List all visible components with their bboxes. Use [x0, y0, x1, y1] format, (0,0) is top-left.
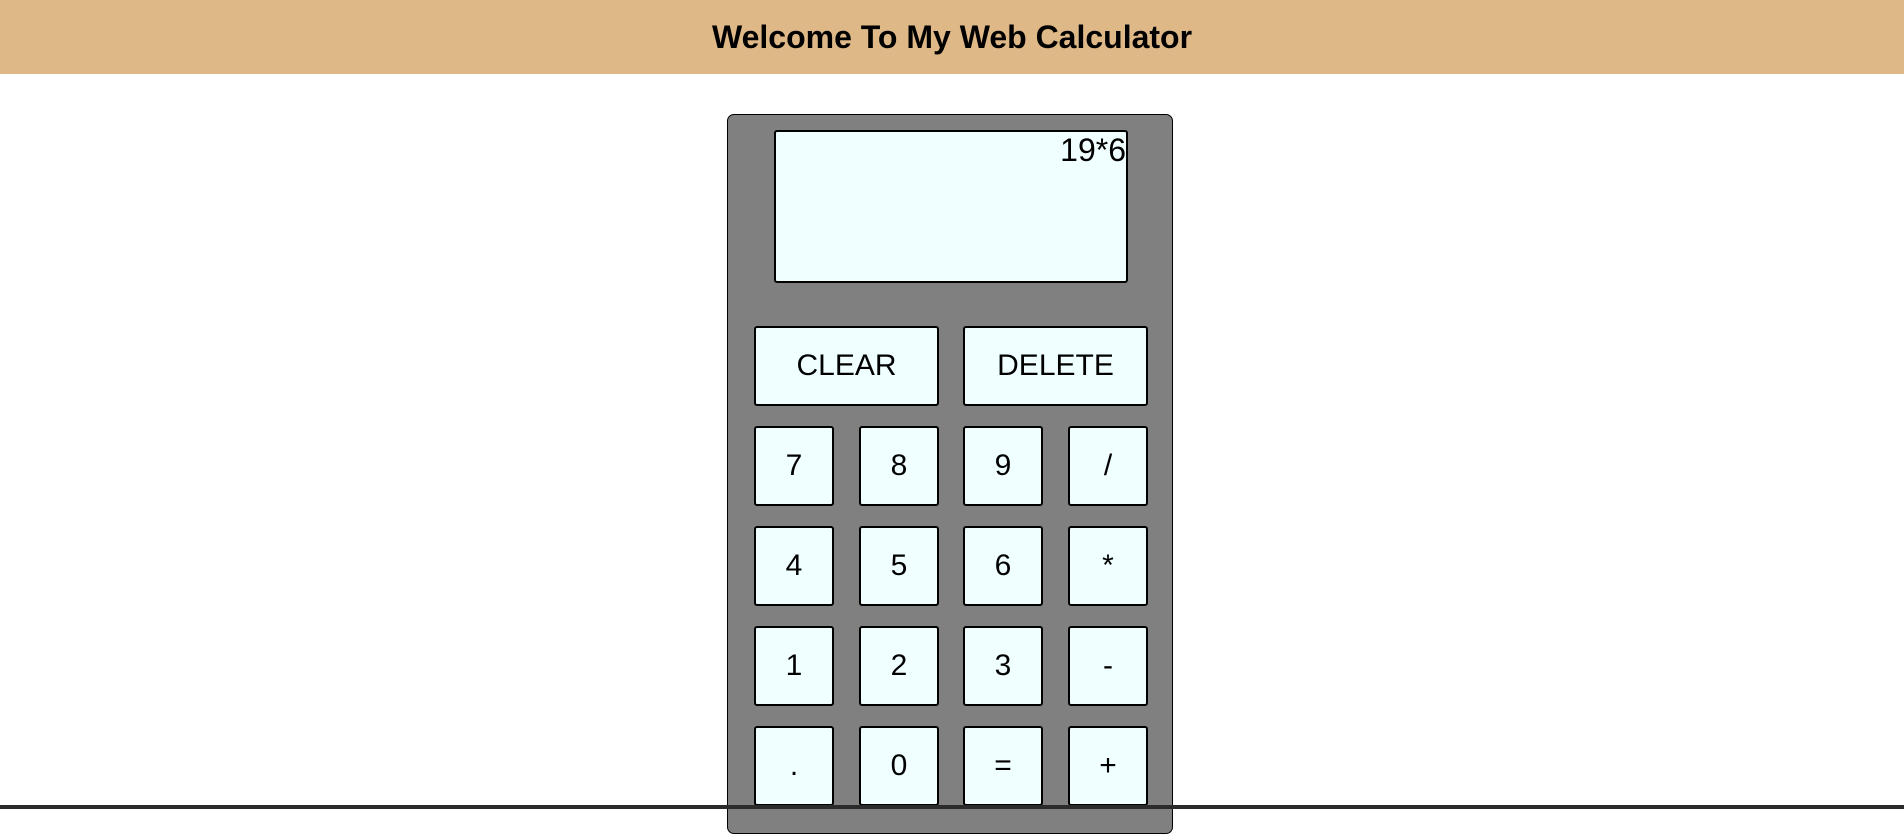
decimal-point-button[interactable]: .	[754, 726, 834, 806]
page-header: Welcome To My Web Calculator	[0, 0, 1904, 74]
key-8-button[interactable]: 8	[859, 426, 939, 506]
key-5-button[interactable]: 5	[859, 526, 939, 606]
key-0-button[interactable]: 0	[859, 726, 939, 806]
divide-button[interactable]: /	[1068, 426, 1148, 506]
page-title: Welcome To My Web Calculator	[711, 18, 1193, 55]
key-6-button[interactable]: 6	[963, 526, 1043, 606]
equals-button[interactable]: =	[963, 726, 1043, 806]
plus-button[interactable]: +	[1068, 726, 1148, 806]
key-2-button[interactable]: 2	[859, 626, 939, 706]
key-9-button[interactable]: 9	[963, 426, 1043, 506]
clear-button[interactable]: CLEAR	[754, 326, 939, 406]
calculator-display: 19*6	[774, 130, 1128, 283]
key-4-button[interactable]: 4	[754, 526, 834, 606]
key-3-button[interactable]: 3	[963, 626, 1043, 706]
delete-button[interactable]: DELETE	[963, 326, 1148, 406]
minus-button[interactable]: -	[1068, 626, 1148, 706]
multiply-button[interactable]: *	[1068, 526, 1148, 606]
key-1-button[interactable]: 1	[754, 626, 834, 706]
calculator-body: 19*6 CLEAR DELETE 7 8 9 / 4 5 6 * 1 2 3 …	[727, 114, 1173, 834]
key-7-button[interactable]: 7	[754, 426, 834, 506]
taskbar-edge	[0, 805, 1904, 809]
